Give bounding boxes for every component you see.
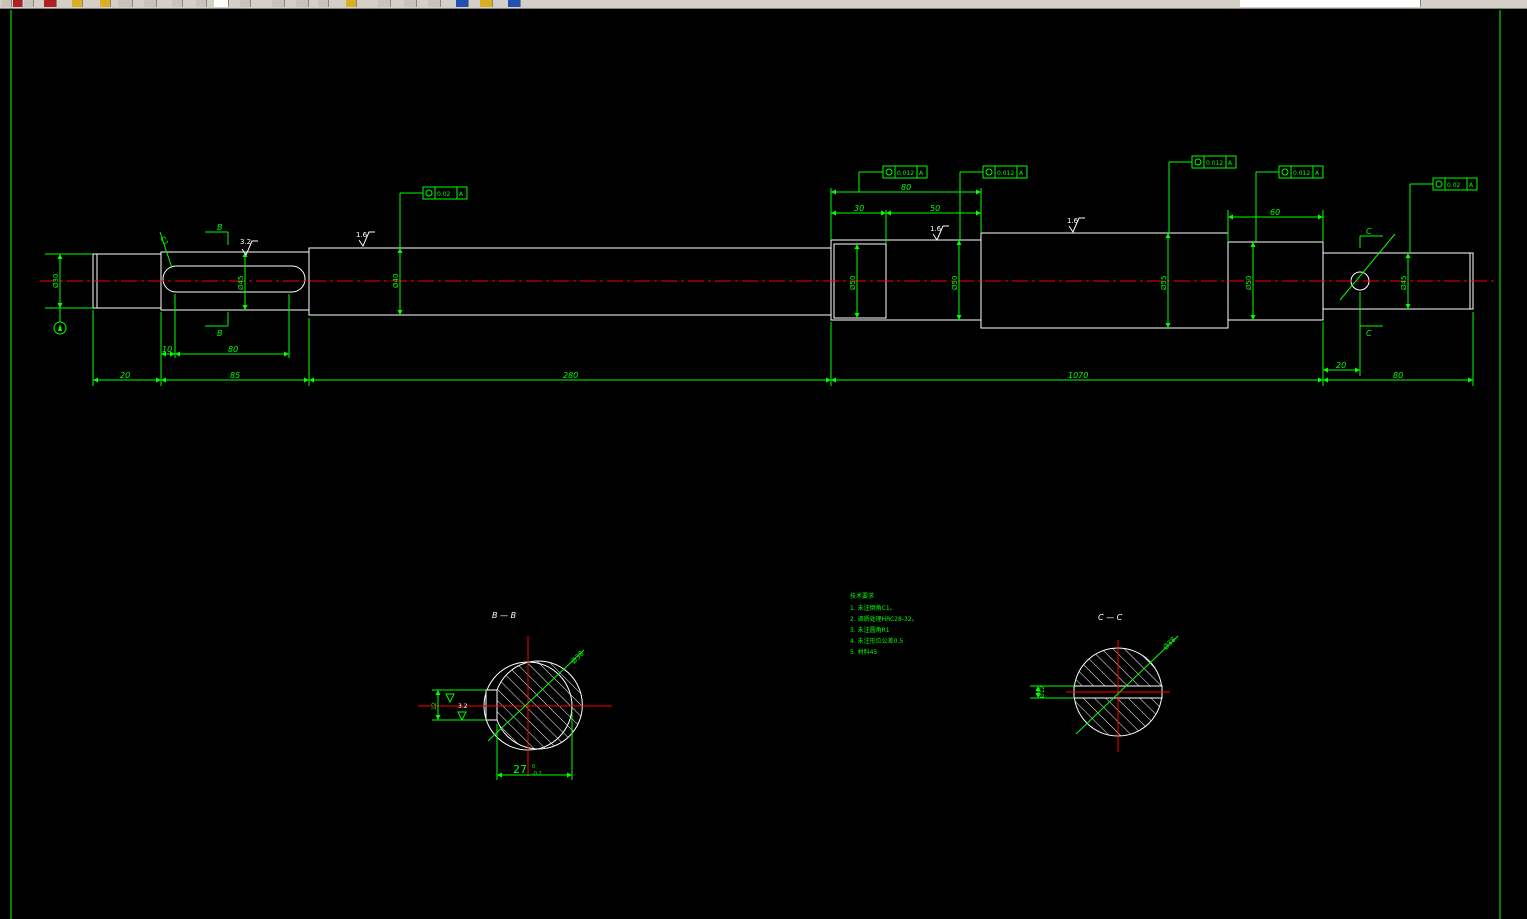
note-line: 5. 材料45 [850,648,877,656]
regen-icon[interactable] [318,0,329,7]
dia-text: Ø50 [1245,276,1253,290]
layer-dropdown[interactable] [1240,0,1421,7]
section-label: C [1366,329,1372,338]
dim-text: 30 [854,204,864,213]
zoom-window-icon[interactable] [240,0,251,7]
bb-tol-upper: 0 [532,764,535,770]
calculator-icon[interactable] [480,0,493,7]
dim-text: 10 [162,345,172,354]
bb-key: 12 [431,702,438,710]
bb-dia: Ø38 [570,650,586,666]
section-title: C — C [1098,613,1123,622]
dim-text: 80 [228,345,238,354]
properties-icon[interactable] [346,0,357,7]
note-line: 2. 调质处理HRC28-32。 [850,615,918,623]
tolerance-value: 0.012 [1293,170,1310,177]
dim-text: 20 [120,371,130,380]
pan-icon[interactable] [196,0,207,7]
roughness-value: 3.2 [240,238,251,246]
drawing-canvas[interactable]: 3.2 1.6 1.6 1.6 0.02 A 0.012 A 0.012 A 0… [0,9,1527,919]
dia-text: Ø50 [849,276,857,290]
dim-text: 85 [230,371,240,380]
datum-letter: A [919,170,924,177]
dim-text: 80 [901,183,911,192]
dim-text: 20 [1336,361,1346,370]
toolbar [0,0,1527,9]
cc-dia: Ø38 [1162,636,1178,652]
cc-hole: Ø12 [1039,685,1046,698]
paste-icon[interactable] [118,0,133,7]
note-line: 3. 未注圆角R1 [850,626,890,634]
dia-text: Ø30 [52,274,60,288]
dia-text: Ø40 [392,274,400,288]
undo-icon[interactable] [144,0,157,7]
section-label: C [1366,227,1372,236]
dia-text: Ø45 [237,276,245,290]
dimension-lines [45,161,1474,386]
roughness-value: 1.6 [930,225,942,233]
open-icon[interactable] [13,0,23,7]
roughness-value: 1.6 [1067,217,1079,225]
note-line: 1. 未注倒角C1。 [850,604,896,612]
tolerance-value: 0.012 [997,170,1014,177]
zoom-realtime-icon[interactable] [214,0,229,7]
tolerance-frames [422,155,1478,200]
tolerance-value: 0.012 [897,170,914,177]
section-title: B — B [492,611,516,620]
chamfer-text: C1 [158,235,170,247]
dim-text: 50 [930,204,940,213]
help-icon[interactable] [508,0,521,7]
save-icon[interactable] [24,0,34,7]
bb-tol-lower: -0.2 [532,771,542,777]
sheetset-icon[interactable] [428,0,441,7]
dia-text: Ø45 [1400,276,1408,290]
dia-text: Ø50 [951,276,959,290]
roughness-value: 1.6 [356,231,368,239]
section-bb: B — B 27 0 -0.2 Ø38 12 3.2 [418,611,612,780]
markup-icon[interactable] [456,0,469,7]
cut-icon[interactable] [72,0,83,7]
zoom-previous-icon[interactable] [272,0,285,7]
datum-letter: A [1228,160,1233,167]
note-line: 4. 未注形位公差0.5 [850,637,903,645]
datum-triangle [58,324,62,331]
technical-notes: 技术要求 1. 未注倒角C1。 2. 调质处理HRC28-32。 3. 未注圆角… [850,592,918,656]
dim-text: 1070 [1068,371,1088,380]
dim-text: 80 [1393,371,1403,380]
new-icon[interactable] [2,0,12,7]
tolerance-value: 0.012 [1206,160,1223,167]
bb-width: 27 [513,763,527,776]
tool-palettes-icon[interactable] [404,0,417,7]
notes-title: 技术要求 [850,592,874,600]
redo-icon[interactable] [172,0,183,7]
dim-text: 280 [563,371,578,380]
tolerance-value: 0.02 [437,191,451,198]
designcenter-icon[interactable] [378,0,391,7]
dim-text: 60 [1270,208,1280,217]
section-label: B [217,329,223,338]
sheet-border [10,10,1501,919]
datum-letter: A [1469,182,1474,189]
bb-rough: 3.2 [458,703,468,710]
print-icon[interactable] [44,0,57,7]
copy-icon[interactable] [100,0,111,7]
zoom-extents-icon[interactable] [296,0,309,7]
section-label: B [217,223,223,232]
dia-text: Ø55 [1160,276,1168,290]
tolerance-value: 0.02 [1447,182,1461,189]
datum-letter: A [1315,170,1320,177]
datum-letter: A [1019,170,1024,177]
datum-letter: A [459,191,464,198]
section-cc: C — C Ø38 Ø12 [1030,613,1179,752]
